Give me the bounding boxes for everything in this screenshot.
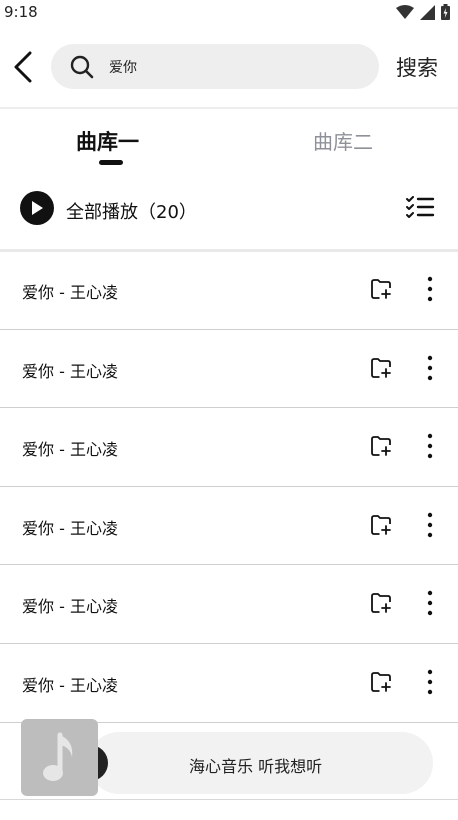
more-vertical-icon[interactable] <box>418 433 442 459</box>
header-divider <box>0 107 458 109</box>
checklist-icon[interactable] <box>405 196 435 220</box>
status-icons <box>396 4 450 20</box>
folder-add-icon[interactable] <box>369 434 393 458</box>
song-title: 爱你 - 王心凌 <box>22 597 118 617</box>
more-vertical-icon[interactable] <box>418 355 442 381</box>
folder-add-icon[interactable] <box>369 513 393 537</box>
search-button[interactable]: 搜索 <box>396 52 438 82</box>
more-vertical-icon[interactable] <box>418 512 442 538</box>
tab-library-one[interactable]: 曲库一 <box>76 126 139 156</box>
mini-player[interactable]: 海心音乐 听我想听 <box>0 715 458 820</box>
search-input[interactable] <box>109 44 369 89</box>
status-bar: 9:18 <box>0 0 458 26</box>
song-row[interactable]: 爱你 - 王心凌 <box>0 330 458 409</box>
bottom-divider <box>0 799 458 800</box>
song-title: 爱你 - 王心凌 <box>22 675 118 695</box>
song-row[interactable]: 爱你 - 王心凌 <box>0 644 458 723</box>
tab-library-two[interactable]: 曲库二 <box>313 126 373 155</box>
search-box[interactable] <box>51 44 379 89</box>
chevron-left-icon <box>14 51 32 83</box>
back-button[interactable] <box>6 48 40 86</box>
album-art[interactable] <box>21 719 98 796</box>
song-row[interactable]: 爱你 - 王心凌 <box>0 408 458 487</box>
music-note-icon <box>42 732 72 781</box>
now-playing-text: 海心音乐 听我想听 <box>189 757 323 776</box>
play-all-label[interactable]: 全部播放（20） <box>66 198 197 224</box>
song-title: 爱你 - 王心凌 <box>22 518 118 538</box>
more-vertical-icon[interactable] <box>418 590 442 616</box>
search-icon <box>70 55 94 79</box>
wifi-icon <box>396 5 414 19</box>
signal-icon <box>420 4 435 20</box>
play-all-button[interactable] <box>20 191 54 225</box>
song-title: 爱你 - 王心凌 <box>22 361 118 381</box>
song-row[interactable]: 爱你 - 王心凌 <box>0 565 458 644</box>
status-time: 9:18 <box>4 3 38 21</box>
song-row[interactable]: 爱你 - 王心凌 <box>0 251 458 330</box>
battery-icon <box>441 4 450 20</box>
folder-add-icon[interactable] <box>369 670 393 694</box>
folder-add-icon[interactable] <box>369 356 393 380</box>
play-all-bar: 全部播放（20） <box>0 188 458 230</box>
active-tab-indicator <box>99 160 123 165</box>
search-header: 搜索 <box>0 26 458 108</box>
song-title: 爱你 - 王心凌 <box>22 283 118 302</box>
folder-add-icon[interactable] <box>369 591 393 615</box>
song-title: 爱你 - 王心凌 <box>22 440 118 460</box>
folder-add-icon[interactable] <box>369 277 393 301</box>
song-list: 爱你 - 王心凌 爱你 - 王心凌 爱你 - 王心凌 爱你 - 王心凌 爱你 -… <box>0 251 458 723</box>
play-icon <box>32 201 43 215</box>
more-vertical-icon[interactable] <box>418 669 442 695</box>
more-vertical-icon[interactable] <box>418 276 442 302</box>
song-row[interactable]: 爱你 - 王心凌 <box>0 487 458 566</box>
